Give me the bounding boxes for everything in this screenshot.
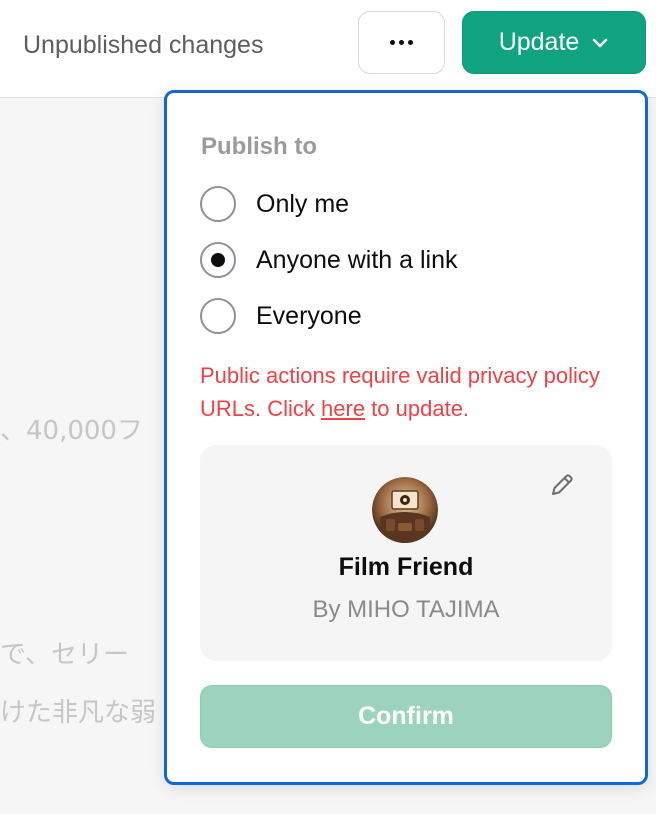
gpt-preview-card: Film Friend By MIHO TAJIMA: [200, 445, 612, 661]
radio-button[interactable]: [200, 298, 236, 334]
update-button[interactable]: Update: [462, 11, 646, 74]
radio-button[interactable]: [200, 186, 236, 222]
top-bar: Unpublished changes Update: [0, 0, 656, 98]
unpublished-status: Unpublished changes: [23, 31, 264, 59]
update-label: Update: [498, 28, 580, 56]
update-privacy-link[interactable]: here: [321, 396, 365, 421]
more-horizontal-icon: [390, 40, 413, 45]
pencil-icon[interactable]: [548, 471, 576, 499]
gpt-avatar: [372, 477, 438, 543]
radio-label: Anyone with a link: [256, 245, 458, 274]
gpt-author: By MIHO TAJIMA: [312, 596, 500, 623]
publish-to-heading: Publish to: [201, 133, 317, 160]
publish-dropdown: Publish to Only me Anyone with a link Ev…: [164, 90, 648, 785]
background-text-1: 、40,000フ: [0, 416, 143, 446]
gpt-name: Film Friend: [338, 553, 474, 581]
privacy-warning: Public actions require valid privacy pol…: [200, 363, 600, 421]
radio-label: Only me: [256, 189, 350, 218]
radio-label: Everyone: [256, 301, 362, 330]
radio-option-everyone[interactable]: Everyone: [200, 296, 362, 336]
more-options-button[interactable]: [358, 11, 445, 74]
chevron-down-icon: [591, 37, 609, 49]
confirm-button[interactable]: Confirm: [200, 685, 612, 748]
background-text-2: で、セリー: [0, 640, 129, 670]
radio-option-anyone-with-link[interactable]: Anyone with a link: [200, 240, 458, 280]
background-text-3: けた非凡な弱: [0, 698, 157, 728]
radio-button-selected[interactable]: [200, 242, 236, 278]
radio-option-only-me[interactable]: Only me: [200, 184, 349, 224]
